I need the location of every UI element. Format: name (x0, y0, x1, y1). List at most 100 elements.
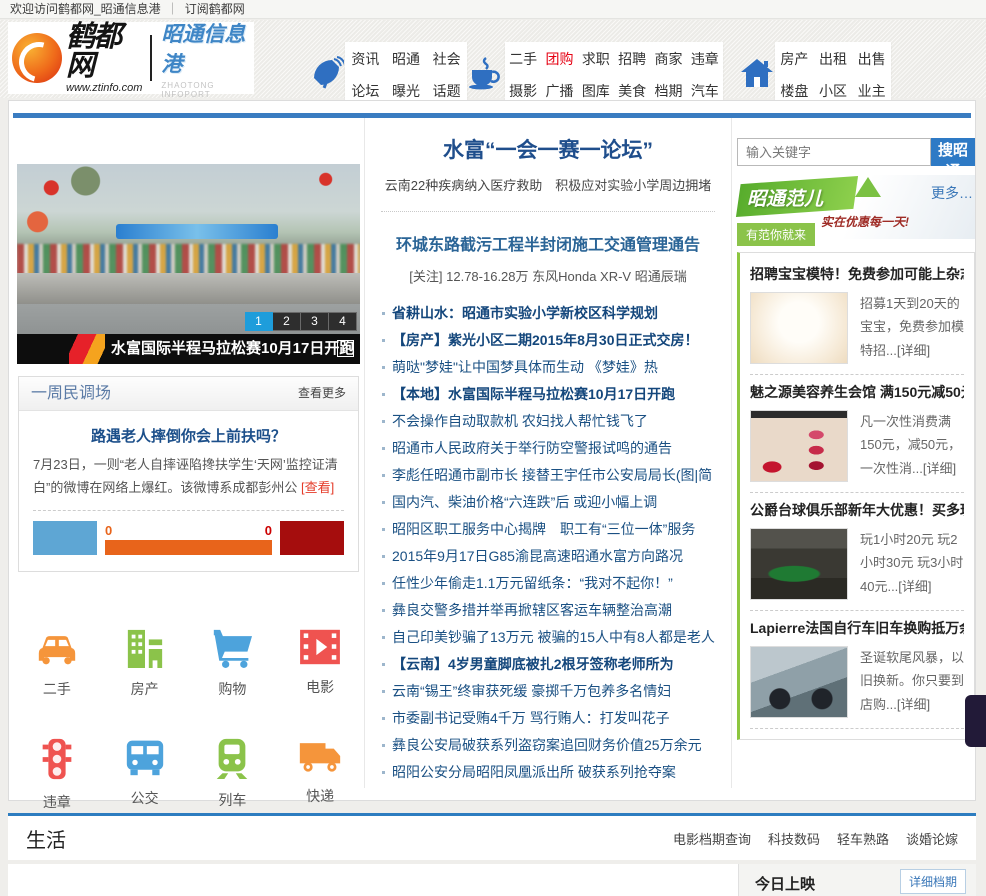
slide-caption[interactable]: 水富国际半程马拉松赛10月17日开跑 (17, 334, 360, 364)
news-item[interactable]: 彝良交警多措并举再掀辖区客运车辆整治高潮 (381, 597, 715, 624)
quick-link-express[interactable]: 快递 (298, 737, 342, 812)
nav-link[interactable]: 招聘 (614, 49, 650, 69)
quick-link-used-goods[interactable]: 二手 (35, 628, 79, 699)
poll-bar-no[interactable] (280, 520, 344, 555)
search-button[interactable]: 搜昭通 (931, 138, 975, 180)
deal-detail-link[interactable]: [详细] (923, 461, 956, 476)
bicycle-photo[interactable] (750, 646, 848, 718)
life-link[interactable]: 科技数码 (768, 829, 820, 848)
nav-link[interactable]: 二手 (505, 49, 541, 69)
pager-button-2[interactable]: 2 (273, 312, 301, 331)
nav-link[interactable]: 图库 (578, 81, 614, 101)
pager-button-1[interactable]: 1 (245, 312, 273, 331)
poll-view-link[interactable]: [查看] (301, 480, 334, 495)
second-subheadline[interactable]: [关注] 12.78-16.28万 东风Honda XR-V 昭通辰瑞 (381, 266, 715, 285)
news-item[interactable]: 两男子盗窃两姐妹销赃 小区作案40余起10万余元 (381, 786, 715, 788)
nav-link[interactable]: 出租 (814, 49, 853, 69)
nav-link[interactable]: 汽车 (687, 81, 723, 101)
site-url: www.ztinfo.com (66, 81, 143, 94)
nav-link[interactable]: 违章 (687, 49, 723, 69)
nav-link-tuangou[interactable]: 团购 (541, 49, 577, 69)
poll-bar-yes[interactable] (33, 520, 97, 555)
news-item[interactable]: 昭通市人民政府关于举行防空警报试鸣的通告 (381, 435, 715, 462)
nav-link[interactable]: 业主 (852, 81, 891, 101)
life-link[interactable]: 电影档期查询 (673, 829, 751, 848)
deal-description: 圣诞软尾风暴，以旧换新。你只要到店购...[详细] (860, 646, 964, 718)
news-item[interactable]: 国内汽、柴油价格“六连跌”后 或迎小幅上调 (381, 489, 715, 516)
poll-question[interactable]: 路遇老人摔倒你会上前扶吗？ (33, 425, 344, 446)
floating-ad[interactable] (965, 695, 986, 747)
today-showing-panel: 今日上映 详细档期 (738, 864, 976, 896)
news-item[interactable]: 市委副书记受贿4千万 骂行贿人：打发叫花子 (381, 705, 715, 732)
deal-detail-link[interactable]: [详细] (897, 697, 930, 712)
quick-link-trains[interactable]: 列车 (212, 737, 252, 812)
news-item[interactable]: 李彪任昭通市副市长 接替王宇任市公安局局长(图|简 (381, 462, 715, 489)
beauty-lips-photo[interactable] (750, 410, 848, 482)
life-link[interactable]: 轻车熟路 (837, 829, 889, 848)
promo-banner[interactable]: 昭通范儿 实在优惠每一天! 更多… 有范你就来 (735, 175, 975, 246)
quick-link-bus[interactable]: 公交 (123, 737, 167, 812)
today-showing-title: 今日上映 (755, 876, 816, 893)
quick-link-violations[interactable]: 违章 (40, 737, 74, 812)
quick-link-shopping[interactable]: 购物 (210, 628, 254, 699)
news-item[interactable]: 【本地】水富国际半程马拉松赛10月17日开跑 (381, 381, 715, 408)
nav-link[interactable]: 曝光 (386, 81, 427, 101)
deal-title[interactable]: Lapierre法国自行车旧车换购抵万余元 (750, 618, 964, 638)
pager-button-3[interactable]: 3 (301, 312, 329, 331)
nav-link[interactable]: 美食 (614, 81, 650, 101)
promo-more-link[interactable]: 更多… (931, 183, 973, 203)
photo-slider[interactable]: 1 2 3 4 水富国际半程马拉松赛10月17日开跑 ↙ (17, 164, 360, 364)
news-item[interactable]: 云南“锡王”终审获死缓 豪掷千万包养多名情妇 (381, 678, 715, 705)
nav-link[interactable]: 社会 (426, 49, 467, 69)
nav-link[interactable]: 楼盘 (775, 81, 814, 101)
nav-link[interactable]: 昭通 (386, 49, 427, 69)
nav-link[interactable]: 论坛 (345, 81, 386, 101)
nav-link[interactable]: 话题 (426, 81, 467, 101)
top-headline[interactable]: 水富“一会一赛一论坛” (381, 134, 715, 164)
baby-photo[interactable] (750, 292, 848, 364)
news-item[interactable]: 【云南】4岁男童脚底被扎2根牙签称老师所为 (381, 651, 715, 678)
news-item[interactable]: 彝良公安局破获系列盗窃案追回财务价值25万余元 (381, 732, 715, 759)
quick-link-label: 电影 (306, 678, 335, 695)
second-headline[interactable]: 环城东路截污工程半封闭施工交通管理通告 (381, 231, 715, 255)
quick-link-movies[interactable]: 电影 (298, 628, 342, 699)
search-input[interactable] (737, 138, 931, 166)
news-item[interactable]: 【房产】紫光小区二期2015年8月30日正式交房！ (381, 327, 715, 354)
news-item[interactable]: 萌哒"梦娃"让中国梦具体而生动 《梦娃》热 (381, 354, 715, 381)
nav-link[interactable]: 求职 (578, 49, 614, 69)
nav-link[interactable]: 摄影 (505, 81, 541, 101)
poll-more-link[interactable]: 查看更多 (298, 377, 346, 410)
nav-link[interactable]: 资讯 (345, 49, 386, 69)
pager-button-4[interactable]: 4 (329, 312, 357, 331)
quick-link-realestate[interactable]: 房产 (124, 628, 166, 699)
slider-pager: 1 2 3 4 (245, 312, 357, 331)
news-item[interactable]: 省耕山水：昭通市实验小学新校区科学规划 (381, 300, 715, 327)
deal-title[interactable]: 公爵台球俱乐部新年大优惠！买多玩 (750, 500, 964, 520)
news-item[interactable]: 昭阳公安分局昭阳凤凰派出所 破获系列抢夺案 (381, 759, 715, 786)
deal-title[interactable]: 魅之源美容养生会馆 满150元减50元 (750, 382, 964, 402)
nav-link[interactable]: 房产 (775, 49, 814, 69)
truck-icon (299, 742, 341, 772)
news-item[interactable]: 昭阳区职工服务中心揭牌 职工有“三位一体”服务 (381, 516, 715, 543)
life-link[interactable]: 谈婚论嫁 (906, 829, 958, 848)
news-item[interactable]: 任性少年偷走1.1万元留纸条：“我对不起你！” (381, 570, 715, 597)
welcome-link[interactable]: 欢迎访问鹤都网_昭通信息港 (10, 2, 161, 16)
deal-title[interactable]: 招聘宝宝模特！免费参加可能上杂志的 (750, 264, 964, 284)
deal-detail-link[interactable]: [详细] (898, 579, 931, 594)
poll-description-text: 7月23日，一则“老人自摔诬陷搀扶学生‘天网’监控证清白”的微博在网络上爆红。该… (33, 457, 338, 495)
news-item[interactable]: 不会操作自动取款机 农妇找人帮忙钱飞了 (381, 408, 715, 435)
site-logo[interactable]: 鹤都网 www.ztinfo.com 昭通信息港 ZHAOTONG INFOPO… (8, 22, 254, 99)
news-item[interactable]: 自己印美钞骗了13万元 被骗的15人中有8人都是老人 (381, 624, 715, 651)
subscribe-link[interactable]: 订阅鹤都网 (185, 2, 245, 16)
schedule-button[interactable]: 详细档期 (899, 869, 966, 894)
news-item[interactable]: 2015年9月17日G85渝昆高速昭通水富方向路况 (381, 543, 715, 570)
nav-link[interactable]: 小区 (814, 81, 853, 101)
nav-link[interactable]: 出售 (852, 49, 891, 69)
deal-detail-link[interactable]: [详细] (897, 343, 930, 358)
nav-link[interactable]: 商家 (650, 49, 686, 69)
expand-arrow-icon[interactable]: ↙ (337, 340, 354, 357)
nav-link[interactable]: 广播 (541, 81, 577, 101)
top-subheadline[interactable]: 云南22种疾病纳入医疗救助 积极应对实验小学周边拥堵 (381, 175, 715, 194)
billiards-photo[interactable] (750, 528, 848, 600)
nav-link[interactable]: 档期 (650, 81, 686, 101)
